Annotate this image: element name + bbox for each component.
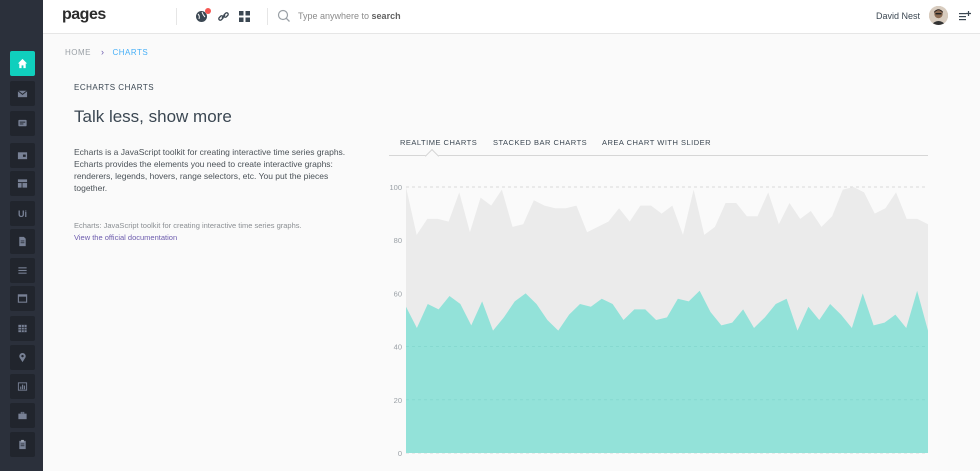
wallet-icon[interactable] [10,143,35,168]
breadcrumb-current: CHARTS [112,47,149,57]
header-divider [267,8,268,25]
apps-grid-icon[interactable] [238,10,251,23]
chat-icon[interactable] [10,111,35,136]
chart-icon[interactable] [10,374,35,399]
documentation-link[interactable]: View the official documentation [74,233,177,242]
notification-badge [205,8,211,14]
brand-logo[interactable]: pages [62,6,106,24]
y-tick-label: 20 [394,396,402,405]
search-input[interactable]: Type anywhere to search [298,11,401,21]
link-icon[interactable] [217,10,230,23]
user-name[interactable]: David Nest [876,11,920,21]
quickview-menu-icon[interactable] [958,10,971,23]
home-icon[interactable] [10,51,35,76]
realtime-area-chart: 0 20 40 60 80 100 [389,183,928,458]
tab-area-chart-with-slider[interactable]: AREA CHART WITH SLIDER [602,138,711,147]
browser-icon[interactable] [10,286,35,311]
y-tick-label: 40 [394,343,402,352]
chevron-right-icon: › [101,47,105,57]
sidebar: Ui [0,0,43,471]
top-header: pages Type anywhere to search David Nest [43,0,980,34]
ui-icon-text: Ui [18,208,27,219]
map-pin-icon[interactable] [10,345,35,370]
breadcrumb: HOME › CHARTS [65,47,148,57]
table-icon[interactable] [10,316,35,341]
y-tick-label: 100 [389,183,402,192]
layout-icon[interactable] [10,171,35,196]
header-divider [176,8,177,25]
section-label: ECHARTS CHARTS [74,83,155,92]
search-icon[interactable] [277,9,291,23]
y-tick-label: 60 [394,289,402,298]
briefcase-icon[interactable] [10,403,35,428]
page-title: Talk less, show more [74,107,232,126]
ui-icon[interactable]: Ui [10,201,35,226]
description: Echarts is a JavaScript toolkit for crea… [74,147,346,193]
document-icon[interactable] [10,229,35,254]
note-text: Echarts: JavaScript toolkit for creating… [74,221,302,230]
list-icon[interactable] [10,258,35,283]
tab-realtime-charts[interactable]: REALTIME CHARTS [400,138,477,147]
breadcrumb-home[interactable]: HOME [65,48,91,57]
chart-tabs: REALTIME CHARTS STACKED BAR CHARTS AREA … [389,136,928,156]
y-tick-label: 0 [398,449,402,458]
search-keyword: search [371,11,401,21]
avatar[interactable] [929,6,948,25]
y-tick-label: 80 [394,236,402,245]
search-placeholder: Type anywhere to [298,11,372,21]
clipboard-icon[interactable] [10,432,35,457]
tab-stacked-bar-charts[interactable]: STACKED BAR CHARTS [493,138,587,147]
mail-icon[interactable] [10,81,35,106]
